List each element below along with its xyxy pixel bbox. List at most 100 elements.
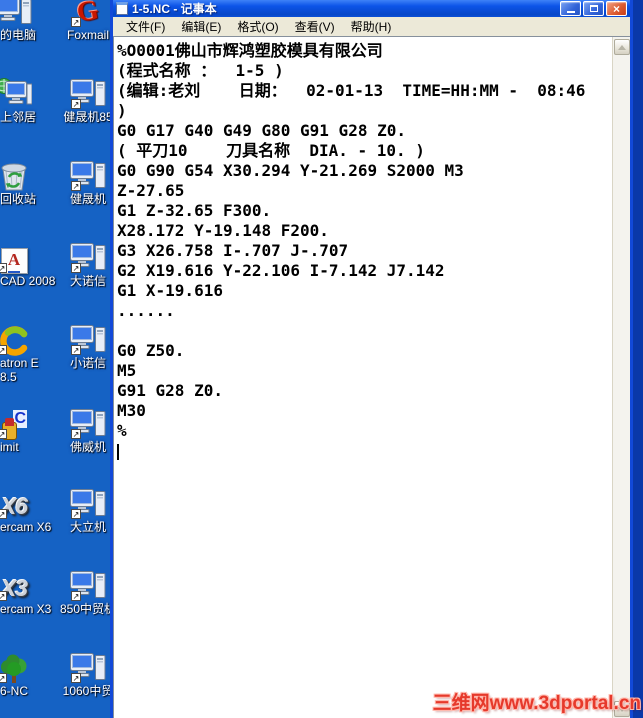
menu-help[interactable]: 帮助(H) [343, 16, 400, 37]
watermark: 三维网www.3dportal.cn [432, 693, 641, 714]
code-line: ) [117, 101, 127, 120]
desktop-icon-recycle-bin[interactable]: 回收站 [0, 154, 42, 206]
code-line: % [117, 421, 127, 440]
computer-shortcut-icon: ↗ [60, 72, 116, 110]
menu-edit[interactable]: 编辑(E) [173, 16, 229, 37]
desktop-icon-label: 上邻居 [0, 110, 37, 124]
shortcut-arrow-icon: ↗ [71, 509, 81, 519]
shortcut-arrow-icon: ↗ [0, 509, 7, 519]
desktop-icon-imit[interactable]: C ↗ imit [0, 402, 42, 454]
code-line: G3 X26.758 I-.707 J-.707 [117, 241, 349, 260]
code-line: G0 Z50. [117, 341, 185, 360]
desktop-icon-label: 1060中贸 [62, 684, 114, 698]
notepad-icon [116, 2, 128, 15]
cimatron-icon: ↗ [0, 318, 42, 356]
network-places-icon [0, 72, 42, 110]
desktop-icon-label: 的电脑 [0, 28, 37, 42]
desktop-icon-daliji[interactable]: ↗ 大立机 [60, 482, 116, 534]
desktop-icon-label: 佛威机 [69, 440, 106, 454]
scroll-up-icon [618, 44, 626, 50]
computer-shortcut-icon: ↗ [60, 646, 116, 684]
menu-file[interactable]: 文件(F) [118, 16, 173, 37]
desktop-icon-my-computer[interactable]: 的电脑 [0, 0, 42, 42]
desktop-icon-danuoxin[interactable]: ↗ 大诺信 [60, 236, 116, 288]
notepad-window: 1-5.NC - 记事本 × 文件(F) 编辑(E) 格式(O) 查看(V) 帮… [110, 0, 633, 718]
vertical-scrollbar[interactable] [612, 37, 630, 718]
text-editor-area[interactable]: %O0001佛山市辉鸿塑胶模具有限公司 (程式名称 ： 1-5 ) (编辑:老刘… [113, 36, 630, 718]
tree-icon: ↗ [0, 646, 42, 684]
desktop-icon-cimatron-e[interactable]: ↗ atron E 8.5 [0, 318, 42, 384]
desktop-icon-label: 健晟机 [69, 192, 106, 206]
desktop-icon-foweiji[interactable]: ↗ 佛威机 [60, 402, 116, 454]
shortcut-arrow-icon: ↗ [71, 591, 81, 601]
desktop-icon-mastercam-x3[interactable]: X3 ↗ ercam X3 [0, 564, 51, 616]
desktop-icon-jianshengji[interactable]: ↗ 健晟机 [60, 154, 116, 206]
text-cursor [117, 443, 119, 460]
minimize-button[interactable] [560, 1, 581, 16]
code-line: G2 X19.616 Y-22.106 I-7.142 J7.142 [117, 261, 445, 280]
desktop-icon-label: ercam X3 [0, 602, 52, 616]
scrollbar-up-button[interactable] [614, 39, 630, 55]
desktop-icon-jianshengji85[interactable]: ↗ 健晟机85 [60, 72, 116, 124]
code-line: G0 G17 G40 G49 G80 G91 G28 Z0. [117, 121, 406, 140]
computer-shortcut-icon: ↗ [60, 236, 116, 274]
desktop-icon-label: 大诺信 [69, 274, 106, 288]
code-line: G1 Z-32.65 F300. [117, 201, 272, 220]
menu-bar: 文件(F) 编辑(E) 格式(O) 查看(V) 帮助(H) [113, 17, 630, 36]
shortcut-arrow-icon: ↗ [71, 17, 81, 27]
shortcut-arrow-icon: ↗ [0, 345, 7, 355]
maximize-button[interactable] [583, 1, 604, 16]
desktop-icon-label: atron E [0, 356, 39, 370]
shortcut-arrow-icon: ↗ [0, 673, 7, 683]
app-c-icon: C ↗ [0, 402, 42, 440]
desktop: { "desktop": { "background_color": "#156… [0, 0, 643, 718]
code-line: X28.172 Y-19.148 F200. [117, 221, 329, 240]
desktop-icon-mastercam-x6[interactable]: X6 ↗ ercam X6 [0, 482, 51, 534]
mastercam-x6-icon: X6 ↗ [0, 482, 42, 520]
desktop-icon-label: Foxmail [66, 28, 109, 42]
code-line: Z-27.65 [117, 181, 185, 200]
desktop-icon-label: 大立机 [69, 520, 106, 534]
shortcut-arrow-icon: ↗ [0, 429, 7, 439]
shortcut-arrow-icon: ↗ [71, 99, 81, 109]
desktop-icon-label: 6-NC [0, 684, 29, 698]
desktop-icon-xiaonuoxin[interactable]: ↗ 小诺信 [60, 318, 116, 370]
computer-shortcut-icon: ↗ [60, 564, 116, 602]
code-line: G0 G90 G54 X30.294 Y-21.269 S2000 M3 [117, 161, 464, 180]
title-bar[interactable]: 1-5.NC - 记事本 × [113, 0, 630, 17]
code-line: M5 [117, 361, 137, 380]
my-computer-icon [0, 0, 42, 28]
code-line: (程式名称 ： 1-5 ) [117, 61, 284, 80]
shortcut-arrow-icon: ↗ [71, 673, 81, 683]
window-title: 1-5.NC - 记事本 [132, 2, 217, 16]
desktop-icon-foxmail[interactable]: G ↗ Foxmail [60, 0, 116, 42]
close-button[interactable]: × [606, 1, 627, 16]
code-line: %O0001佛山市辉鸿塑胶模具有限公司 [117, 41, 383, 60]
computer-shortcut-icon: ↗ [60, 154, 116, 192]
desktop-icon-6-nc[interactable]: ↗ 6-NC [0, 646, 42, 698]
shortcut-arrow-icon: ↗ [71, 429, 81, 439]
desktop-icon-label: 健晟机85 [63, 110, 113, 124]
computer-shortcut-icon: ↗ [60, 318, 116, 356]
menu-view[interactable]: 查看(V) [287, 16, 343, 37]
desktop-icon-autocad-2008[interactable]: A ↗ CAD 2008 [0, 236, 55, 288]
menu-format[interactable]: 格式(O) [229, 16, 286, 37]
desktop-icon-label: 850中贸机 [59, 602, 117, 616]
desktop-icon-label: 小诺信 [69, 356, 106, 370]
foxmail-icon: G ↗ [71, 0, 101, 29]
shortcut-arrow-icon: ↗ [71, 345, 81, 355]
minimize-icon [566, 10, 575, 13]
desktop-icon-label: 回收站 [0, 192, 37, 206]
autocad-icon: A ↗ [0, 236, 42, 274]
close-icon: × [612, 1, 620, 16]
shortcut-arrow-icon: ↗ [71, 263, 81, 273]
desktop-icon-label: imit [0, 440, 19, 454]
shortcut-arrow-icon: ↗ [71, 181, 81, 191]
code-line: (编辑:老刘 日期： 02-01-13 TIME=HH:MM - 08:46 [117, 81, 586, 100]
shortcut-arrow-icon: ↗ [0, 591, 7, 601]
desktop-icon-1060-zhongmao[interactable]: ↗ 1060中贸 [60, 646, 116, 698]
maximize-icon [589, 5, 598, 12]
desktop-icon-network-places[interactable]: 上邻居 [0, 72, 42, 124]
shortcut-arrow-icon: ↗ [0, 263, 7, 273]
desktop-icon-850-zhongmao[interactable]: ↗ 850中贸机 [60, 564, 116, 616]
